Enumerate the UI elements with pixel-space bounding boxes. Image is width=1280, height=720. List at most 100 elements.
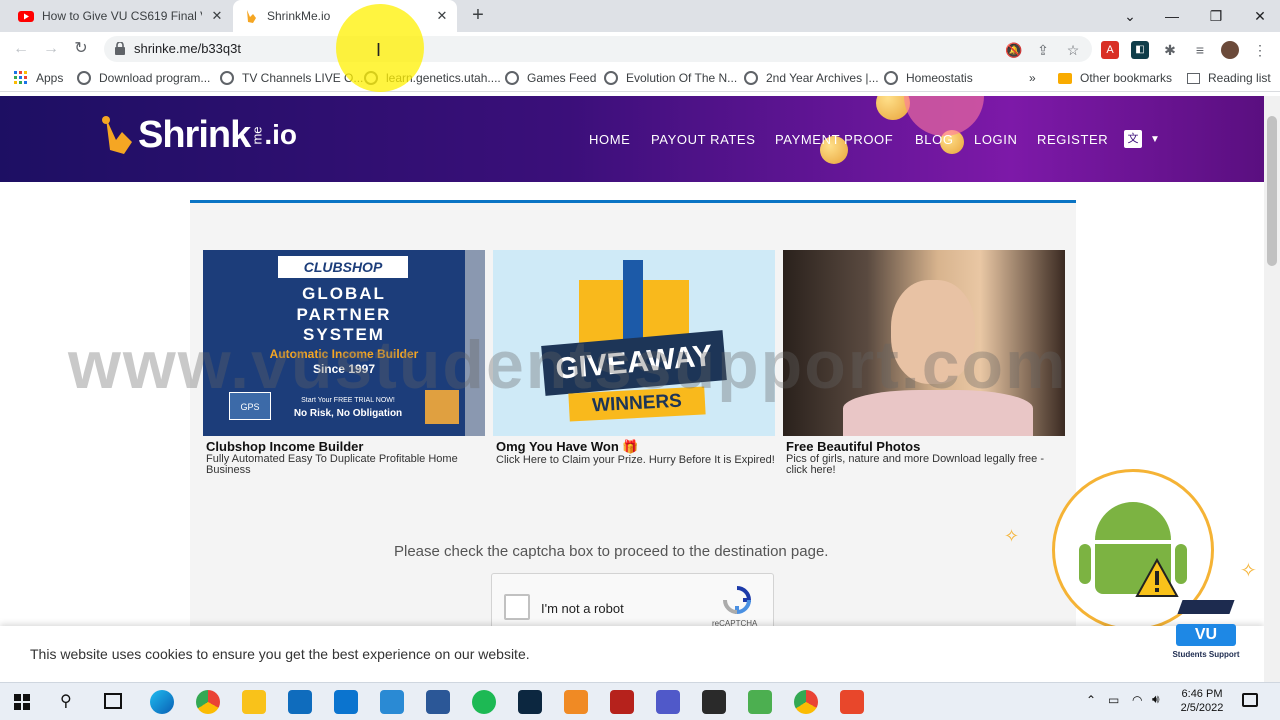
bookmark-label: Reading list: [1208, 71, 1271, 85]
chevron-down-icon[interactable]: ▼: [1150, 134, 1160, 145]
chrome-icon[interactable]: [196, 690, 220, 714]
ad-text: GLOBAL: [302, 284, 386, 303]
ad-title[interactable]: Clubshop Income Builder: [203, 439, 485, 454]
reload-icon[interactable]: ↻: [71, 39, 91, 59]
filezilla-icon[interactable]: [610, 690, 634, 714]
site-logo[interactable]: Shrink me .io: [100, 110, 297, 160]
bookmark-label: 2nd Year Archives |...: [766, 71, 879, 85]
clock[interactable]: 6:46 PM 2/5/2022: [1172, 687, 1232, 715]
chevron-up-icon[interactable]: ⌃: [1086, 693, 1096, 707]
menu-icon[interactable]: ⋮: [1251, 41, 1269, 59]
globe-icon: [604, 71, 618, 85]
vscode-icon[interactable]: [380, 690, 404, 714]
bookmark-item[interactable]: Download program...: [77, 71, 210, 85]
recorder-icon[interactable]: [840, 690, 864, 714]
search-icon[interactable]: ⚲: [60, 691, 72, 711]
ad-text: PARTNER: [296, 305, 392, 324]
cookie-text: This website uses cookies to ensure you …: [30, 646, 530, 662]
nav-payment-proof[interactable]: PAYMENT PROOF: [775, 132, 893, 147]
bookmark-star-icon[interactable]: ☆: [1064, 41, 1082, 59]
other-bookmarks[interactable]: Other bookmarks: [1058, 71, 1172, 85]
bookmarks-bar: Apps Download program... TV Channels LIV…: [0, 66, 1280, 92]
word-icon[interactable]: [426, 690, 450, 714]
chrome-active-icon[interactable]: [794, 690, 818, 714]
maximize-button[interactable]: ❐: [1204, 4, 1228, 28]
ad-title[interactable]: Omg You Have Won 🎁: [493, 439, 775, 455]
page-scrollbar[interactable]: [1264, 96, 1280, 682]
recaptcha-logo-icon: [723, 586, 752, 615]
nav-blog[interactable]: BLOG: [915, 132, 954, 147]
recaptcha-widget: I'm not a robot reCAPTCHA: [491, 573, 774, 633]
globe-icon: [744, 71, 758, 85]
bookmark-item[interactable]: Homeostatis: [884, 71, 973, 85]
language-icon[interactable]: 文: [1124, 130, 1142, 148]
tab-search-icon[interactable]: ⌄: [1118, 4, 1142, 28]
address-bar[interactable]: shrinke.me/b33q3t: [104, 36, 1092, 62]
ad-description: Fully Automated Easy To Duplicate Profit…: [206, 453, 458, 476]
back-icon[interactable]: ←: [11, 39, 31, 59]
heart-decoration: [904, 96, 984, 136]
extension-icon[interactable]: ◧: [1131, 41, 1149, 59]
file-explorer-icon[interactable]: [242, 690, 266, 714]
bookmark-item[interactable]: TV Channels LIVE O...: [220, 71, 363, 85]
ad-description: Pics of girls, nature and more Download …: [786, 453, 1045, 476]
bookmark-label: Download program...: [99, 71, 211, 85]
nav-register[interactable]: REGISTER: [1037, 132, 1108, 147]
cookie-banner: This website uses cookies to ensure you …: [0, 626, 1264, 682]
edge-icon[interactable]: [150, 690, 174, 714]
text-cursor-icon: I: [376, 40, 382, 60]
bookmark-item[interactable]: Evolution Of The N...: [604, 71, 737, 85]
minimize-button[interactable]: —: [1160, 4, 1184, 28]
teams-icon[interactable]: [656, 690, 680, 714]
notepad-icon[interactable]: [702, 690, 726, 714]
url-text: shrinke.me/b33q3t: [134, 41, 241, 56]
media-icon[interactable]: ≡: [1191, 41, 1209, 59]
globe-icon: [505, 71, 519, 85]
globe-icon: [77, 71, 91, 85]
tab-youtube[interactable]: How to Give VU CS619 Final Viva ✕: [8, 0, 232, 32]
xampp-icon[interactable]: [564, 690, 588, 714]
nav-home[interactable]: HOME: [589, 132, 630, 147]
volume-icon[interactable]: 🔊︎: [1152, 692, 1160, 707]
close-window-button[interactable]: ✕: [1248, 4, 1272, 28]
nav-login[interactable]: LOGIN: [974, 132, 1017, 147]
spotify-icon[interactable]: [472, 690, 496, 714]
watermark-text: www.vustudentssupport.com: [68, 327, 1068, 403]
windows-start-icon[interactable]: [14, 694, 30, 710]
new-tab-button[interactable]: +: [468, 5, 488, 25]
bookmark-item[interactable]: 2nd Year Archives |...: [744, 71, 879, 85]
more-bookmarks-button[interactable]: »: [1029, 71, 1036, 85]
pdf-extension-icon[interactable]: A: [1101, 41, 1119, 59]
bookmark-apps[interactable]: Apps: [14, 71, 63, 85]
hand-icon: [247, 10, 256, 23]
notifications-icon[interactable]: [1242, 693, 1258, 707]
share-icon[interactable]: ⇪: [1034, 41, 1052, 59]
close-icon[interactable]: ✕: [210, 9, 224, 23]
scrollbar-thumb[interactable]: [1267, 116, 1277, 266]
ad-text: No Risk, No Obligation: [293, 408, 403, 419]
puzzle-icon[interactable]: ✱: [1161, 41, 1179, 59]
globe-icon: [884, 71, 898, 85]
notifications-blocked-icon[interactable]: 🔕: [1005, 41, 1023, 59]
store-icon[interactable]: [288, 690, 312, 714]
windows-taskbar: ⚲ ⌃ ▭ ◠ 🔊︎ 6:46 PM 2/5/2022: [0, 682, 1280, 720]
logo-me: me: [249, 125, 265, 145]
photoshop-icon[interactable]: [518, 690, 542, 714]
ad-title[interactable]: Free Beautiful Photos: [783, 439, 1065, 454]
nav-payout-rates[interactable]: PAYOUT RATES: [651, 132, 755, 147]
reading-list[interactable]: Reading list: [1187, 71, 1271, 85]
battery-icon[interactable]: ▭: [1108, 693, 1119, 707]
wifi-icon[interactable]: ◠: [1132, 693, 1142, 707]
avatar[interactable]: [1221, 41, 1239, 59]
forward-icon[interactable]: →: [41, 39, 61, 59]
task-view-icon[interactable]: [104, 693, 122, 709]
recaptcha-label: I'm not a robot: [541, 601, 624, 616]
camtasia-icon[interactable]: [748, 690, 772, 714]
recaptcha-checkbox[interactable]: [504, 594, 530, 620]
close-icon[interactable]: ✕: [435, 9, 449, 23]
warning-icon: [1135, 558, 1179, 597]
lock-icon: [115, 42, 125, 55]
bookmark-item[interactable]: Games Feed: [505, 71, 596, 85]
mail-icon[interactable]: [334, 690, 358, 714]
ad-description: Click Here to Claim your Prize. Hurry Be…: [496, 454, 775, 466]
